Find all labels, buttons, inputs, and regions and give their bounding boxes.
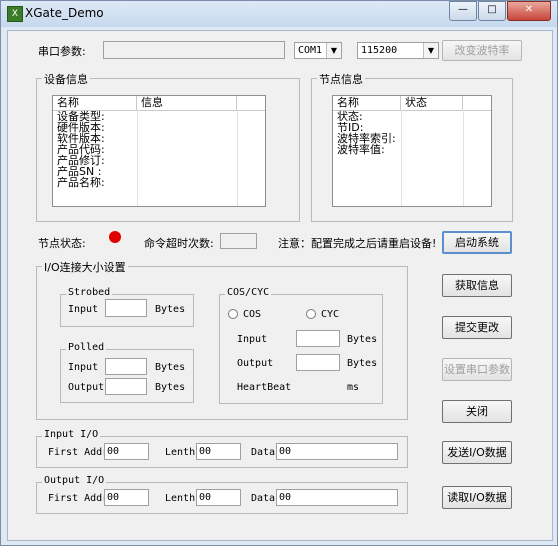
output-length-label: Lenth	[165, 493, 196, 504]
input-data-field[interactable]: 00	[276, 443, 398, 460]
app-icon: X	[7, 6, 23, 22]
window-controls: — □ ✕	[448, 1, 551, 21]
output-first-addr-field[interactable]: 00	[104, 489, 149, 506]
strobed-input-label: Input	[68, 304, 99, 315]
com-port-select[interactable]: COM1 ▼	[294, 42, 342, 59]
list-item[interactable]: 波特率值:	[337, 144, 396, 155]
close-window-button[interactable]: ✕	[507, 1, 551, 21]
col-divider	[137, 110, 138, 206]
polled-input-unit: Bytes	[155, 362, 186, 373]
baud-rate-select[interactable]: 115200 ▼	[357, 42, 439, 59]
device-info-rows: 设备类型: 硬件版本: 软件版本: 产品代码: 产品修订: 产品SN : 产品名…	[57, 111, 105, 188]
strobed-title: Strobed	[66, 287, 113, 298]
polled-output-label: Output	[68, 382, 105, 393]
window-title: XGate_Demo	[25, 6, 104, 20]
serial-params-field	[103, 41, 285, 59]
cos-input-unit: Bytes	[347, 334, 378, 345]
chevron-down-icon: ▼	[423, 43, 438, 58]
node-info-title: 节点信息	[317, 71, 365, 87]
read-io-data-button[interactable]: 读取I/O数据	[442, 486, 512, 509]
device-info-list[interactable]: 名称 信息 设备类型: 硬件版本: 软件版本: 产品代码: 产品修订: 产品SN…	[52, 95, 266, 207]
restart-notice: 注意：配置完成之后请重启设备!	[278, 237, 437, 250]
heartbeat-label: HeartBeat	[237, 382, 292, 393]
set-serial-params-button[interactable]: 设置串口参数	[442, 358, 512, 381]
change-baud-button[interactable]: 改变波特率	[442, 40, 522, 61]
col-divider	[237, 110, 238, 206]
input-first-addr-label: First Addr	[48, 447, 109, 458]
timeout-count-label: 命令超时次数:	[144, 237, 214, 250]
app-window: X XGate_Demo — □ ✕ 串口参数: COM1 ▼ 115200 ▼…	[0, 0, 558, 546]
output-length-field[interactable]: 00	[196, 489, 241, 506]
timeout-count-field	[220, 233, 257, 249]
cos-output-label: Output	[237, 358, 274, 369]
close-button[interactable]: 关闭	[442, 400, 512, 423]
baud-rate-value: 115200	[361, 45, 398, 56]
cyc-radio-label[interactable]: CYC	[321, 309, 339, 320]
output-data-label: Data	[251, 493, 276, 504]
maximize-button[interactable]: □	[478, 1, 506, 21]
cos-radio[interactable]	[228, 309, 238, 319]
output-first-addr-label: First Addr	[48, 493, 109, 504]
polled-input-label: Input	[68, 362, 99, 373]
col-name-header[interactable]: 名称	[53, 96, 137, 110]
com-port-value: COM1	[298, 45, 323, 56]
title-bar: X XGate_Demo — □ ✕	[1, 1, 557, 27]
polled-input-field[interactable]	[105, 358, 147, 375]
node-info-list[interactable]: 名称 状态 状态: 节ID: 波特率索引: 波特率值:	[332, 95, 492, 207]
serial-params-label: 串口参数:	[38, 45, 86, 58]
polled-output-unit: Bytes	[155, 382, 186, 393]
col-status-header[interactable]: 状态	[401, 96, 463, 110]
cos-radio-label[interactable]: COS	[243, 309, 261, 320]
get-info-button[interactable]: 获取信息	[442, 274, 512, 297]
device-info-title: 设备信息	[42, 71, 90, 87]
node-status-label: 节点状态:	[38, 237, 86, 250]
input-io-title: Input I/O	[42, 429, 101, 440]
col-info-header[interactable]: 信息	[137, 96, 237, 110]
col-divider	[463, 110, 464, 206]
cos-input-field[interactable]	[296, 330, 340, 347]
polled-output-field[interactable]	[105, 378, 147, 395]
input-first-addr-field[interactable]: 00	[104, 443, 149, 460]
node-info-header: 名称 状态	[333, 96, 491, 111]
cos-output-field[interactable]	[296, 354, 340, 371]
node-info-rows: 状态: 节ID: 波特率索引: 波特率值:	[337, 111, 396, 155]
io-size-title: I/O连接大小设置	[42, 259, 128, 275]
device-info-header: 名称 信息	[53, 96, 265, 111]
submit-changes-button[interactable]: 提交更改	[442, 316, 512, 339]
list-item[interactable]: 产品名称:	[57, 177, 105, 188]
dialog-client: 串口参数: COM1 ▼ 115200 ▼ 改变波特率 设备信息 名称 信息 设…	[7, 30, 553, 541]
col-name-header[interactable]: 名称	[333, 96, 401, 110]
start-system-button[interactable]: 启动系统	[442, 231, 512, 254]
polled-title: Polled	[66, 342, 107, 353]
input-data-label: Data	[251, 447, 276, 458]
input-length-field[interactable]: 00	[196, 443, 241, 460]
heartbeat-unit: ms	[347, 382, 360, 393]
output-io-title: Output I/O	[42, 475, 107, 486]
chevron-down-icon: ▼	[326, 43, 341, 58]
input-length-label: Lenth	[165, 447, 196, 458]
col-divider	[401, 110, 402, 206]
send-io-data-button[interactable]: 发送I/O数据	[442, 441, 512, 464]
cos-cyc-title: COS/CYC	[225, 287, 272, 298]
cos-output-unit: Bytes	[347, 358, 378, 369]
minimize-button[interactable]: —	[449, 1, 477, 21]
output-data-field[interactable]: 00	[276, 489, 398, 506]
cos-input-label: Input	[237, 334, 268, 345]
node-status-led-icon	[109, 231, 121, 243]
cyc-radio[interactable]	[306, 309, 316, 319]
strobed-unit: Bytes	[155, 304, 186, 315]
strobed-input-field[interactable]	[105, 299, 147, 317]
